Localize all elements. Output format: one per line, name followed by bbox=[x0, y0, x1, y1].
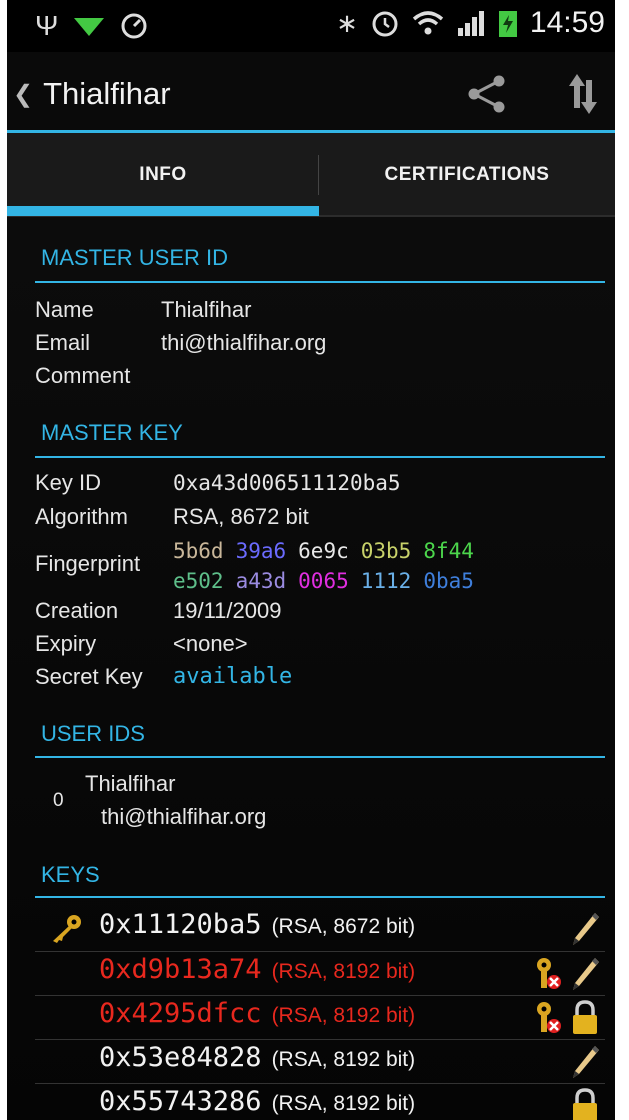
subkey-label: 0xd9b13a74 (RSA, 8192 bit) bbox=[99, 954, 415, 985]
status-time: 14:59 bbox=[529, 6, 605, 39]
tab-certifications[interactable]: CERTIFICATIONS bbox=[319, 133, 615, 217]
subkey-info: (RSA, 8192 bit) bbox=[271, 1004, 416, 1027]
status-bar: Ψ ∗ 14:59 bbox=[7, 0, 615, 52]
speedometer-icon bbox=[121, 13, 147, 39]
subkey-id: 0x11120ba5 bbox=[99, 909, 262, 940]
bluetooth-icon: ∗ bbox=[336, 7, 358, 38]
algorithm-label: Algorithm bbox=[35, 504, 128, 529]
name-value: Thialfihar bbox=[161, 297, 252, 322]
key-id-label: Key ID bbox=[35, 470, 102, 495]
fingerprint-group: 0065 bbox=[298, 569, 349, 593]
wifi-icon bbox=[412, 11, 444, 35]
section-header-user-ids: USER IDS bbox=[41, 721, 145, 746]
expiry-label: Expiry bbox=[35, 631, 97, 656]
creation-label: Creation bbox=[35, 598, 119, 623]
sign-pen-icon bbox=[573, 1046, 599, 1078]
user-id-name: Thialfihar bbox=[85, 771, 176, 796]
section-divider bbox=[35, 281, 605, 283]
subkey-info: (RSA, 8192 bit) bbox=[271, 1092, 416, 1115]
fingerprint-line-1: 5b6d 39a6 6e9c 03b5 8f44 bbox=[173, 536, 593, 566]
tab-selected-indicator bbox=[7, 206, 319, 216]
section-header-master-user-id: MASTER USER ID bbox=[41, 245, 229, 270]
fingerprint-group: 1112 bbox=[360, 569, 412, 593]
fingerprint-group: 39a6 bbox=[235, 539, 287, 563]
fingerprint-line-2: e502 a43d 0065 1112 0ba5 bbox=[173, 566, 593, 596]
section-divider bbox=[35, 896, 605, 898]
subkey-info: (RSA, 8672 bit) bbox=[271, 915, 416, 938]
alarm-icon bbox=[372, 11, 398, 37]
algorithm-value: RSA, 8672 bit bbox=[173, 504, 309, 529]
subkey-id: 0xd9b13a74 bbox=[99, 954, 262, 985]
subkey-label: 0x55743286 (RSA, 8192 bit) bbox=[99, 1086, 415, 1117]
email-label: Email bbox=[35, 330, 91, 355]
creation-value: 19/11/2009 bbox=[173, 598, 282, 623]
fingerprint-group: 0ba5 bbox=[423, 569, 474, 593]
subkey-id: 0x55743286 bbox=[99, 1086, 262, 1117]
fingerprint-group: a43d bbox=[235, 569, 287, 593]
subkey-row[interactable]: 0x11120ba5 (RSA, 8672 bit) bbox=[35, 907, 605, 951]
revoked-key-icon bbox=[537, 1002, 561, 1033]
master-key-icon bbox=[53, 915, 81, 943]
subkey-id: 0x4295dfcc bbox=[99, 998, 262, 1029]
email-value: thi@thialfihar.org bbox=[161, 330, 327, 355]
wifi-download-icon bbox=[74, 18, 105, 36]
up-navigation[interactable]: ❮ Thialfihar bbox=[13, 76, 171, 112]
subkey-label: 0x53e84828 (RSA, 8192 bit) bbox=[99, 1042, 415, 1073]
fingerprint-value: 5b6d 39a6 6e9c 03b5 8f44 e502 a43d 0065 1112 0ba… bbox=[173, 536, 593, 596]
subkey-id: 0x53e84828 bbox=[99, 1042, 262, 1073]
action-bar: ❮ Thialfihar bbox=[7, 52, 615, 132]
revoked-key-icon bbox=[537, 958, 561, 989]
secret-key-label: Secret Key bbox=[35, 664, 143, 689]
tab-info[interactable]: INFO bbox=[7, 133, 319, 217]
sign-pen-icon bbox=[573, 913, 599, 945]
share-icon[interactable] bbox=[465, 74, 509, 114]
key-id-value: 0xa43d006511120ba5 bbox=[173, 471, 401, 495]
sync-arrows-icon[interactable] bbox=[567, 70, 599, 118]
tab-bar: INFO CERTIFICATIONS bbox=[7, 133, 615, 217]
subkey-info: (RSA, 8192 bit) bbox=[271, 1048, 416, 1071]
fingerprint-group: e502 bbox=[173, 569, 224, 593]
section-header-master-key: MASTER KEY bbox=[41, 420, 183, 445]
encrypt-lock-icon bbox=[573, 1088, 597, 1120]
section-header-keys: KEYS bbox=[41, 862, 100, 887]
subkey-row[interactable]: 0x55743286 (RSA, 8192 bit) bbox=[35, 1084, 605, 1120]
subkey-row[interactable]: 0xd9b13a74 (RSA, 8192 bit) bbox=[35, 952, 605, 996]
usb-icon: Ψ bbox=[35, 10, 59, 41]
expiry-value: <none> bbox=[173, 631, 248, 656]
battery-charging-icon bbox=[498, 11, 517, 37]
fingerprint-group: 6e9c bbox=[298, 539, 349, 563]
fingerprint-label: Fingerprint bbox=[35, 551, 141, 576]
name-label: Name bbox=[35, 297, 94, 322]
subkey-info: (RSA, 8192 bit) bbox=[271, 960, 416, 983]
encrypt-lock-icon bbox=[573, 1000, 597, 1034]
comment-label: Comment bbox=[35, 363, 131, 388]
fingerprint-group: 03b5 bbox=[360, 539, 412, 563]
subkey-label: 0x4295dfcc (RSA, 8192 bit) bbox=[99, 998, 415, 1029]
section-divider bbox=[35, 756, 605, 758]
subkey-row[interactable]: 0x4295dfcc (RSA, 8192 bit) bbox=[35, 996, 605, 1040]
phone-screen: Ψ ∗ 14:59 ❮ Thialfihar INFO CERTIFICATIO… bbox=[7, 0, 615, 1120]
section-divider bbox=[35, 456, 605, 458]
page-title: Thialfihar bbox=[43, 76, 171, 111]
subkey-label: 0x11120ba5 (RSA, 8672 bit) bbox=[99, 909, 415, 940]
fingerprint-group: 8f44 bbox=[423, 539, 474, 563]
sign-pen-icon bbox=[573, 958, 599, 990]
fingerprint-group: 5b6d bbox=[173, 539, 224, 563]
user-id-rank: 0 bbox=[53, 790, 64, 811]
signal-icon bbox=[457, 11, 484, 36]
key-details-content[interactable]: MASTER USER ID Name Thialfihar Email thi… bbox=[7, 217, 615, 1120]
secret-key-status: available bbox=[173, 664, 293, 689]
user-id-email: thi@thialfihar.org bbox=[101, 804, 267, 829]
back-chevron-icon: ❮ bbox=[13, 80, 34, 108]
subkey-row[interactable]: 0x53e84828 (RSA, 8192 bit) bbox=[35, 1040, 605, 1084]
